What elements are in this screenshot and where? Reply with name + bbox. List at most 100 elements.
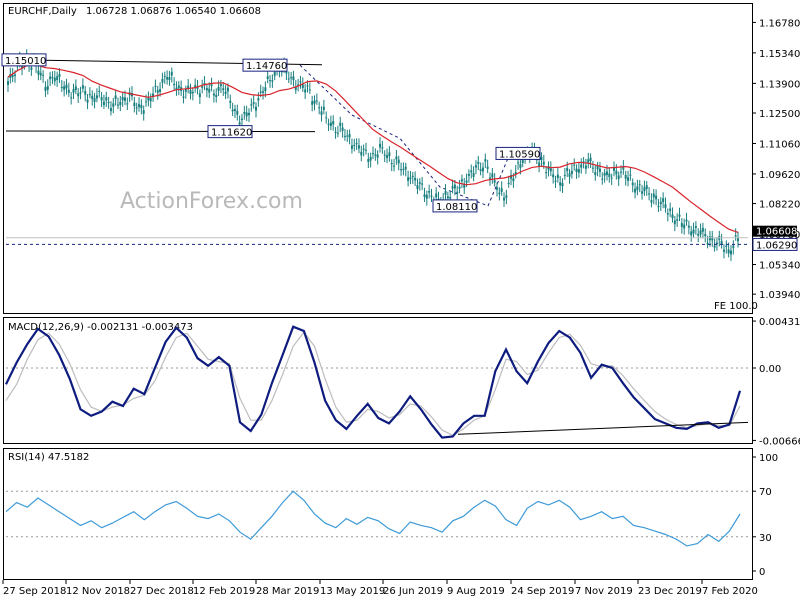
candle	[467, 169, 470, 183]
candle	[701, 222, 704, 239]
candle	[11, 68, 14, 83]
candle	[545, 166, 548, 179]
date-tick-label: 23 Dec 2019	[638, 586, 702, 597]
candle	[156, 85, 159, 100]
candle	[138, 97, 141, 112]
candle	[131, 86, 134, 101]
candle	[308, 82, 311, 95]
candle	[409, 170, 412, 185]
candle	[722, 244, 725, 259]
candle	[659, 197, 662, 211]
candle	[669, 202, 672, 217]
candle	[128, 87, 131, 103]
candle	[252, 95, 255, 109]
candle	[388, 146, 391, 162]
candle	[376, 150, 379, 165]
candle	[624, 170, 627, 186]
candle	[573, 158, 576, 171]
svg-text:1.10590: 1.10590	[499, 149, 540, 160]
channel-bottom-line	[5, 130, 316, 133]
candle	[152, 86, 155, 102]
candle	[460, 174, 463, 189]
candle	[414, 171, 417, 186]
rsi-line	[5, 490, 741, 547]
macd-tick-label: 0.004319	[759, 317, 800, 328]
watermark: ActionForex.com	[120, 189, 303, 214]
candle	[694, 221, 697, 235]
candle	[369, 152, 372, 168]
macd-tick-label: 0.00	[759, 364, 781, 375]
svg-text:1.11620: 1.11620	[211, 128, 252, 139]
candle	[91, 90, 94, 106]
date-tick-label: 13 May 2019	[320, 586, 385, 597]
candle	[79, 86, 82, 100]
candle	[121, 91, 124, 107]
candle	[421, 176, 424, 191]
candle	[189, 83, 192, 100]
candle	[610, 173, 613, 186]
candle	[168, 70, 171, 86]
date-tick-label: 7 Feb 2020	[702, 586, 758, 597]
macd-signal-line	[5, 331, 741, 437]
candle	[374, 148, 377, 161]
candle	[98, 85, 101, 98]
candle	[46, 79, 49, 95]
candle	[290, 71, 293, 85]
candle	[107, 96, 110, 109]
candle	[584, 158, 587, 174]
candle	[67, 82, 70, 97]
candle	[612, 161, 615, 177]
svg-text:1.06290: 1.06290	[756, 240, 797, 251]
rsi-title: RSI(14) 47.5182	[8, 452, 89, 463]
candle	[322, 99, 325, 115]
candle	[231, 102, 234, 117]
candle	[570, 164, 573, 179]
candle	[208, 82, 211, 99]
candle	[690, 225, 693, 242]
candle	[498, 187, 501, 201]
candle	[491, 167, 494, 184]
candle	[372, 146, 374, 159]
candle	[182, 90, 185, 104]
rsi-tick-label: 0	[759, 567, 765, 578]
candle	[364, 142, 367, 155]
candle	[603, 168, 606, 183]
candle	[334, 127, 337, 139]
candle	[304, 83, 307, 99]
candle	[63, 81, 66, 97]
candle	[325, 111, 328, 124]
candle	[350, 138, 353, 154]
candle	[622, 160, 625, 175]
candle	[360, 145, 363, 162]
candle	[119, 96, 122, 112]
svg-text:1.14760: 1.14760	[246, 61, 287, 72]
candle	[70, 92, 73, 105]
date-tick-label: 12 Nov 2018	[66, 586, 130, 597]
candle	[142, 105, 145, 121]
candle	[402, 162, 405, 176]
candle	[598, 161, 601, 178]
candle	[561, 178, 564, 193]
candle	[39, 66, 42, 81]
candle	[166, 70, 169, 85]
date-tick-label: 12 Feb 2019	[193, 586, 255, 597]
candle	[704, 228, 707, 243]
candle	[112, 97, 115, 114]
candle	[472, 166, 475, 182]
date-tick-label: 27 Sep 2018	[3, 586, 66, 597]
price-header-ohlc: 1.06728 1.06876 1.06540 1.06608	[86, 6, 261, 17]
level-box-label: 1.11620	[207, 125, 253, 139]
price-tick-label: 1.13900	[759, 79, 800, 90]
candle	[397, 155, 400, 171]
candle	[470, 164, 473, 179]
candle	[194, 78, 197, 93]
rsi-tick-label: 30	[759, 533, 772, 544]
candle	[163, 71, 166, 84]
candle	[184, 85, 187, 99]
level-box-label: 1.15010	[1, 53, 47, 67]
candle	[271, 74, 274, 88]
candle	[109, 101, 112, 116]
candle	[484, 153, 487, 169]
candle	[407, 170, 410, 187]
candle	[86, 93, 89, 110]
